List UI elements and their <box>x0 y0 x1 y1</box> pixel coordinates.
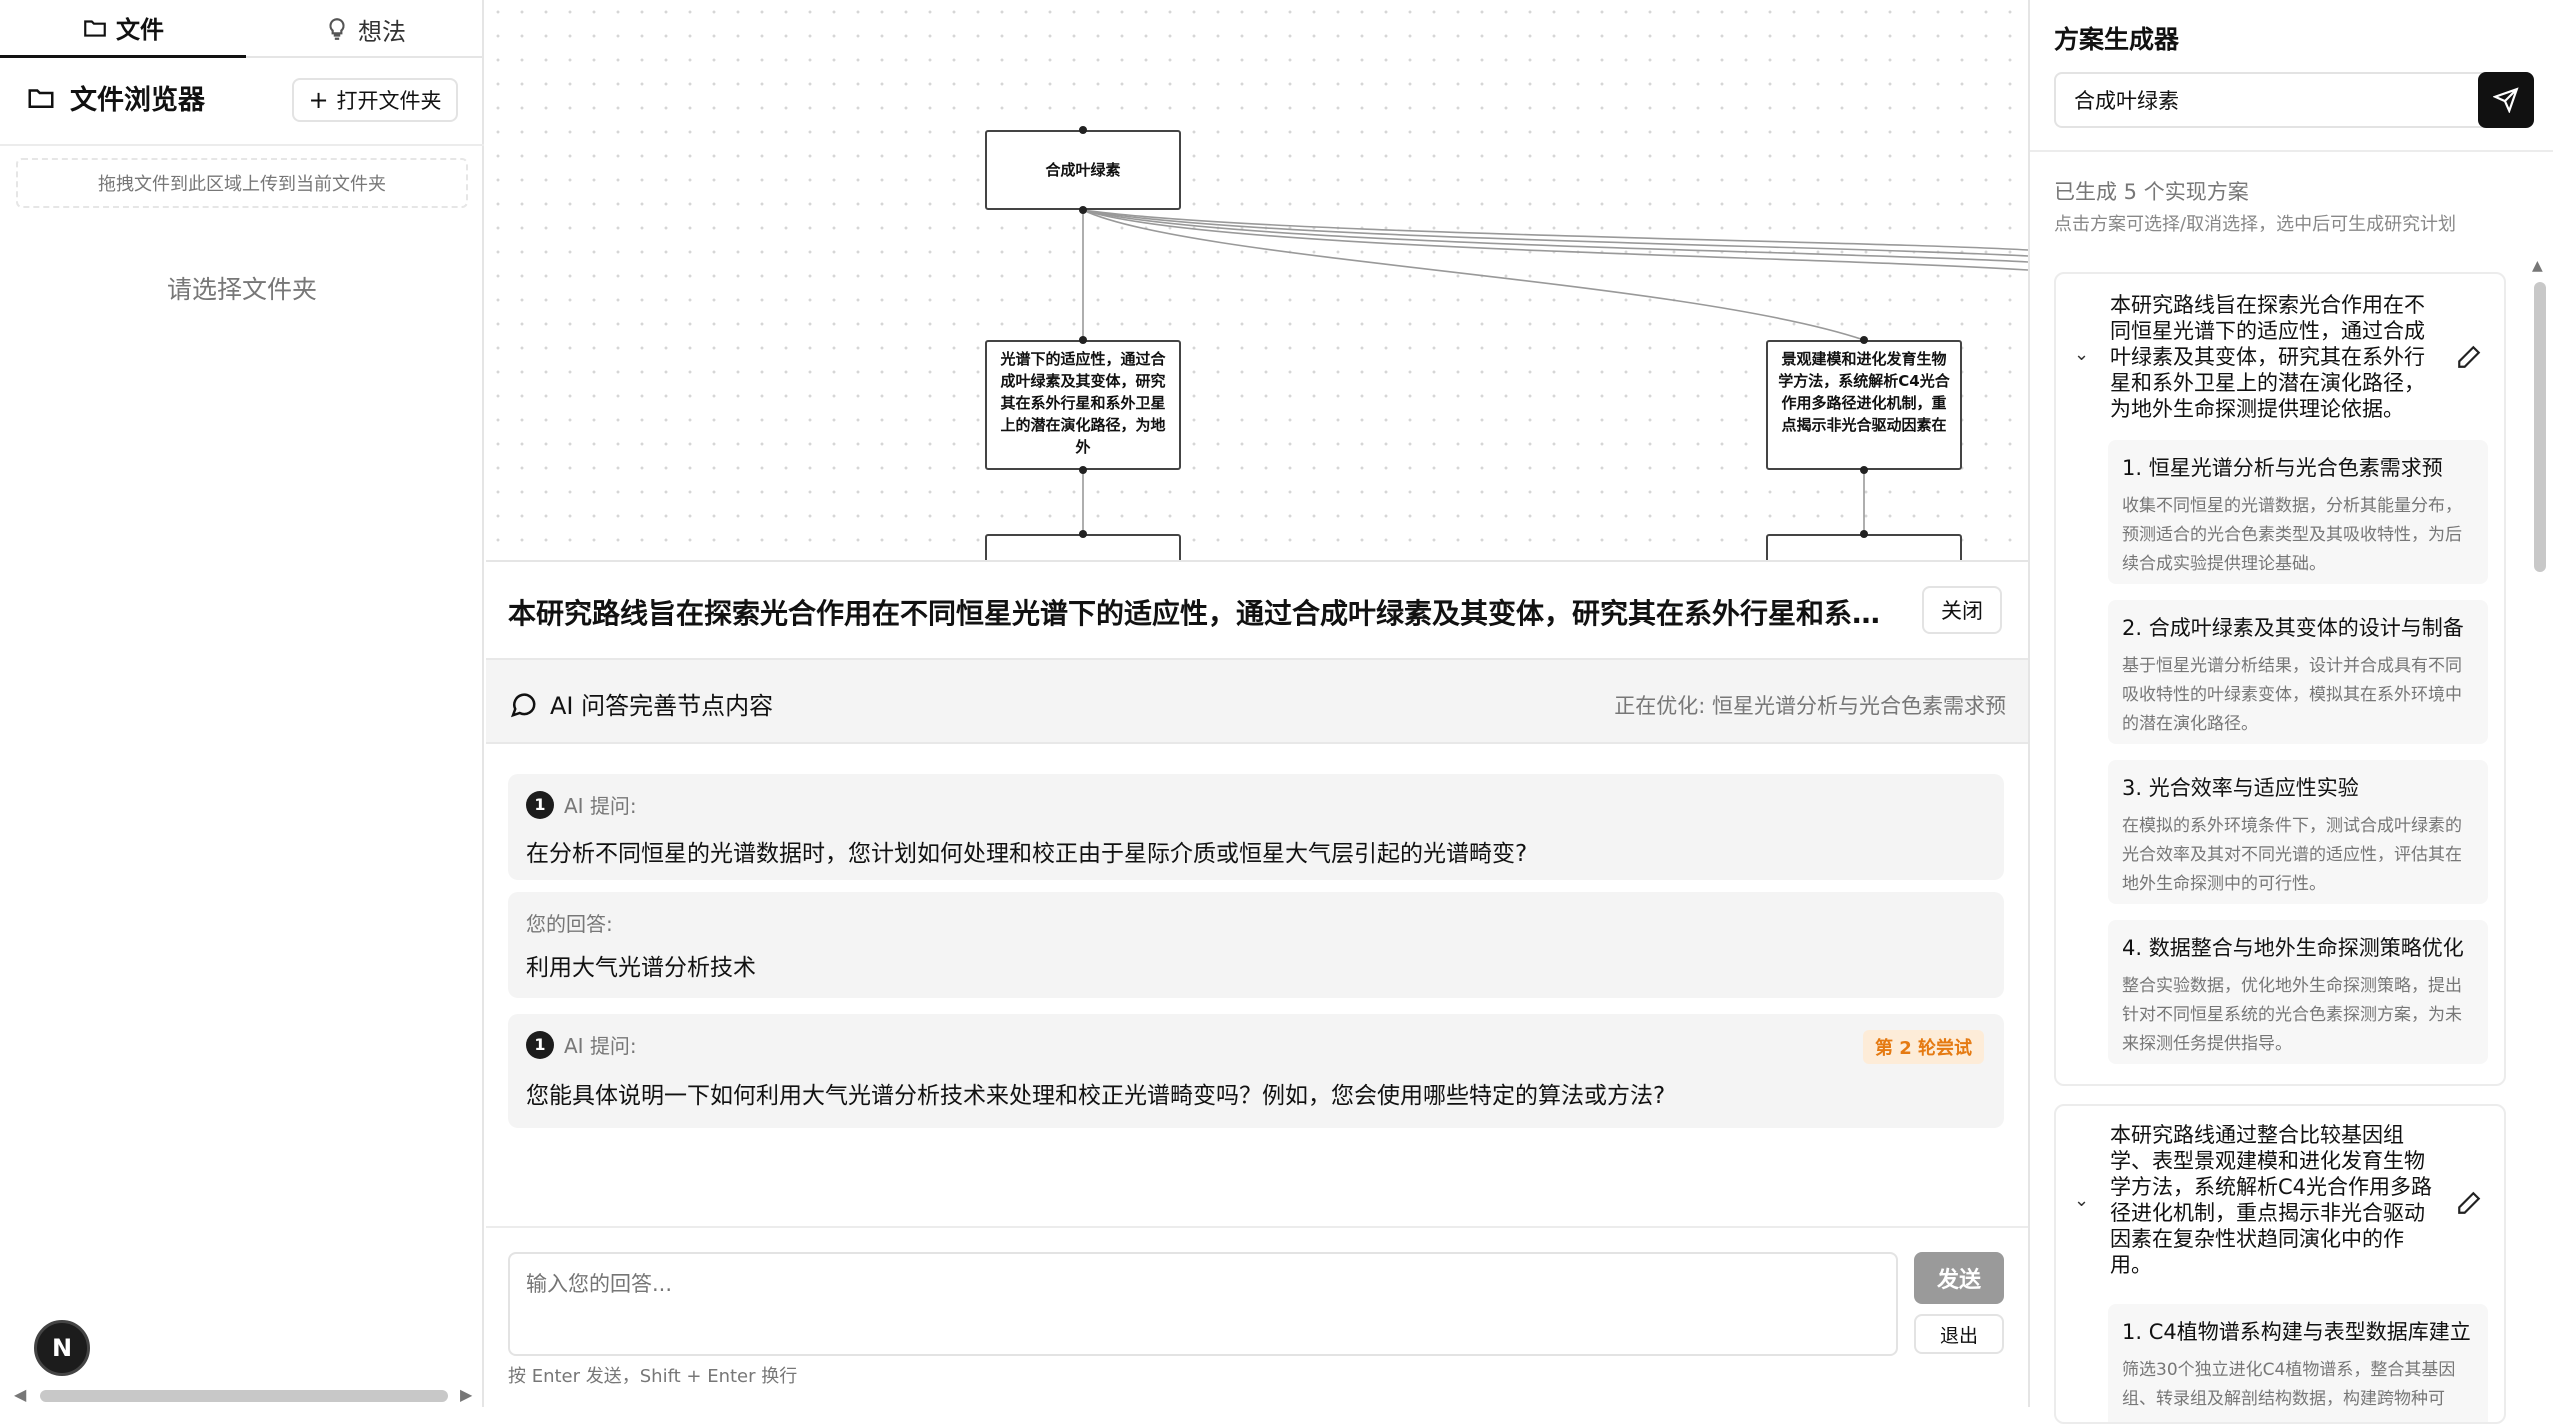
question-label-row: 1 AI 提问: <box>526 1030 637 1059</box>
vertical-scrollbar[interactable] <box>2534 282 2546 572</box>
keyboard-hint: 按 Enter 发送，Shift + Enter 换行 <box>508 1366 798 1387</box>
node-handle[interactable] <box>1860 530 1868 538</box>
scroll-right-arrow-icon[interactable]: ▶ <box>460 1385 472 1404</box>
open-folder-button[interactable]: + 打开文件夹 <box>292 78 458 122</box>
divider <box>486 1226 2028 1228</box>
plan-summary: 本研究路线通过整合比较基因组学、表型景观建模和进化发育生物学方法，系统解析C4光… <box>2110 1123 2433 1277</box>
answer-label: 您的回答: <box>526 912 613 936</box>
step-description: 整合实验数据，优化地外生命探测策略，提出针对不同恒星系统的光合色素探测方案，为未… <box>2122 976 2462 1054</box>
divider <box>2030 150 2553 152</box>
plan-summary: 本研究路线旨在探索光合作用在不同恒星光谱下的适应性，通过合成叶绿素及其变体，研究… <box>2110 293 2425 421</box>
topic-input[interactable]: 合成叶绿素 <box>2054 72 2490 128</box>
plus-icon: + <box>308 86 329 114</box>
tab-ideas[interactable]: 想法 <box>246 0 484 58</box>
plan-step: 1. 恒星光谱分析与光合色素需求预 收集不同恒星的光谱数据，分析其能量分布，预测… <box>2108 440 2488 584</box>
node-handle[interactable] <box>1079 466 1087 474</box>
tab-files-label: 文件 <box>116 16 164 44</box>
question-label: AI 提问: <box>564 1034 637 1058</box>
node-title: 本研究路线旨在探索光合作用在不同恒星光谱下的适应性，通过合成叶绿素及其变体，研究… <box>508 597 1888 630</box>
user-answer-card: 您的回答: 利用大气光谱分析技术 <box>508 892 2004 998</box>
plan-generator-panel: 方案生成器 合成叶绿素 已生成 5 个实现方案 点击方案可选择/取消选择，选中后… <box>2028 0 2553 1424</box>
close-button[interactable]: 关闭 <box>1922 586 2002 634</box>
plan-step: 3. 光合效率与适应性实验 在模拟的系外环境条件下，测试合成叶绿素的光合效率及其… <box>2108 760 2488 904</box>
plan-step: 1. C4植物谱系构建与表型数据库建立 筛选30个独立进化C4植物谱系，整合其基… <box>2108 1304 2488 1422</box>
file-browser-header: 文件浏览器 <box>26 78 205 117</box>
mindmap-root-node[interactable]: 合成叶绿素 <box>985 130 1181 210</box>
lightbulb-icon <box>329 18 345 40</box>
node-handle[interactable] <box>1079 336 1087 344</box>
chevron-down-icon[interactable]: ⌄ <box>2074 344 2089 365</box>
node-label: 景观建模和进化发育生物学方法，系统解析C4光合作用多路径进化机制，重点揭示非光合… <box>1778 350 1950 434</box>
ai-question-card: 1 AI 提问: 第 2 轮尝试 您能具体说明一下如何利用大气光谱分析技术来处理… <box>508 1014 2004 1128</box>
node-label: 合成叶绿素 <box>1045 161 1121 179</box>
step-title: 1. 恒星光谱分析与光合色素需求预 <box>2122 456 2443 480</box>
question-number-badge: 1 <box>526 790 554 819</box>
step-title: 4. 数据整合与地外生命探测策略优化 <box>2122 936 2464 960</box>
node-handle[interactable] <box>1079 530 1087 538</box>
ai-question-card: 1 AI 提问: 在分析不同恒星的光谱数据时，您计划如何处理和校正由于星际介质或… <box>508 774 2004 880</box>
question-label-row: 1 AI 提问: <box>526 790 637 819</box>
mindmap-canvas[interactable]: 合成叶绿素 光谱下的适应性，通过合成叶绿素及其变体，研究其在系外行星和系外卫星上… <box>486 0 2028 560</box>
attempt-badge: 第 2 轮尝试 <box>1862 1030 1984 1064</box>
question-label: AI 提问: <box>564 794 637 818</box>
step-description: 基于恒星光谱分析结果，设计并合成具有不同吸收特性的叶绿素变体，模拟其在系外环境中… <box>2122 656 2462 734</box>
left-tabs: 文件 想法 <box>0 0 484 58</box>
plan-step: 2. 合成叶绿素及其变体的设计与制备 基于恒星光谱分析结果，设计并合成具有不同吸… <box>2108 600 2488 744</box>
node-handle[interactable] <box>1860 466 1868 474</box>
edit-pencil-icon[interactable] <box>2456 344 2482 370</box>
panel-title: 方案生成器 <box>2054 25 2180 54</box>
upload-drop-zone[interactable]: 拖拽文件到此区域上传到当前文件夹 <box>16 158 468 208</box>
node-detail-panel: 本研究路线旨在探索光合作用在不同恒星光谱下的适应性，通过合成叶绿素及其变体，研究… <box>486 560 2028 1407</box>
mindmap-node[interactable]: 景观建模和进化发育生物学方法，系统解析C4光合作用多路径进化机制，重点揭示非光合… <box>1766 340 1962 470</box>
exit-button[interactable]: 退出 <box>1914 1314 2004 1354</box>
qa-header: AI 问答完善节点内容 正在优化: 恒星光谱分析与光合色素需求预 <box>486 658 2028 744</box>
plan-card[interactable]: ⌄ 本研究路线旨在探索光合作用在不同恒星光谱下的适应性，通过合成叶绿素及其变体，… <box>2054 272 2506 1086</box>
step-title: 1. C4植物谱系构建与表型数据库建立 <box>2122 1320 2471 1344</box>
tab-ideas-label: 想法 <box>358 17 406 46</box>
divider <box>0 144 484 146</box>
step-title: 3. 光合效率与适应性实验 <box>2122 776 2359 800</box>
folder-icon <box>28 88 54 108</box>
plan-count: 已生成 5 个实现方案 <box>2054 180 2249 204</box>
node-handle[interactable] <box>1079 126 1087 134</box>
scroll-left-arrow-icon[interactable]: ◀ <box>14 1385 26 1404</box>
horizontal-scrollbar[interactable] <box>40 1390 448 1402</box>
optimizing-status: 正在优化: 恒星光谱分析与光合色素需求预 <box>1614 694 2006 718</box>
question-text: 您能具体说明一下如何利用大气光谱分析技术来处理和校正光谱畸变吗？例如，您会使用哪… <box>526 1083 1666 1109</box>
avatar[interactable]: N <box>34 1320 90 1376</box>
folder-icon <box>84 19 106 37</box>
scroll-up-arrow-icon[interactable]: ▲ <box>2532 258 2543 274</box>
edit-pencil-icon[interactable] <box>2456 1190 2482 1216</box>
left-panel: 文件 想法 文件浏览器 + 打开文件夹 拖拽文件到此区域上传到当前文件夹 请选择… <box>0 0 484 1407</box>
step-description: 收集不同恒星的光谱数据，分析其能量分布，预测适合的光合色素类型及其吸收特性，为后… <box>2122 496 2462 574</box>
step-description: 筛选30个独立进化C4植物谱系，整合其基因组、转录组及解剖结构数据，构建跨物种可 <box>2122 1360 2456 1409</box>
open-folder-label: 打开文件夹 <box>336 89 442 113</box>
qa-title-label: AI 问答完善节点内容 <box>550 692 774 720</box>
generate-button[interactable] <box>2478 72 2534 128</box>
chat-bubble-icon <box>510 692 536 717</box>
node-handle[interactable] <box>1079 206 1087 214</box>
file-browser-title: 文件浏览器 <box>70 85 205 116</box>
qa-title: AI 问答完善节点内容 <box>508 686 773 721</box>
step-title: 2. 合成叶绿素及其变体的设计与制备 <box>2122 616 2464 640</box>
answer-text: 利用大气光谱分析技术 <box>526 955 756 981</box>
question-number-badge: 1 <box>526 1030 554 1059</box>
plan-hint: 点击方案可选择/取消选择，选中后可生成研究计划 <box>2054 214 2457 235</box>
app-window: 文件 想法 文件浏览器 + 打开文件夹 拖拽文件到此区域上传到当前文件夹 请选择… <box>0 0 2553 1424</box>
edge-lines <box>1082 209 2028 540</box>
empty-state-text: 请选择文件夹 <box>166 275 317 304</box>
plan-card[interactable]: ⌄ 本研究路线通过整合比较基因组学、表型景观建模和进化发育生物学方法，系统解析C… <box>2054 1104 2506 1424</box>
mindmap-node[interactable]: 光谱下的适应性，通过合成叶绿素及其变体，研究其在系外行星和系外卫星上的潜在演化路… <box>985 340 1181 470</box>
plan-step: 4. 数据整合与地外生命探测策略优化 整合实验数据，优化地外生命探测策略，提出针… <box>2108 920 2488 1064</box>
node-label: 光谱下的适应性，通过合成叶绿素及其变体，研究其在系外行星和系外卫星上的潜在演化路… <box>1000 350 1166 456</box>
tab-files[interactable]: 文件 <box>0 0 246 58</box>
answer-input[interactable] <box>508 1252 1898 1356</box>
question-text: 在分析不同恒星的光谱数据时，您计划如何处理和校正由于星际介质或恒星大气层引起的光… <box>526 841 1528 867</box>
send-icon <box>2493 87 2519 113</box>
send-button[interactable]: 发送 <box>1914 1252 2004 1304</box>
chevron-down-icon[interactable]: ⌄ <box>2074 1190 2089 1211</box>
node-handle[interactable] <box>1860 336 1868 344</box>
step-description: 在模拟的系外环境条件下，测试合成叶绿素的光合效率及其对不同光谱的适应性，评估其在… <box>2122 816 2462 894</box>
